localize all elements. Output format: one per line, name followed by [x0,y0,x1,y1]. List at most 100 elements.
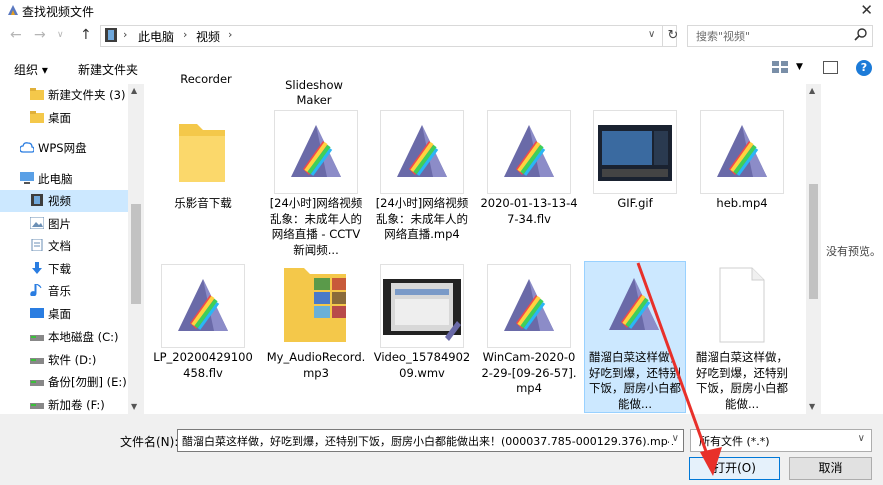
search-icon [854,28,867,41]
file-list: Recorder Slideshow Maker 乐影音下载 [24小时]网络视频… [146,72,806,414]
file-item[interactable]: 2020-01-13-13-47-34.flv [479,108,579,258]
nav-item[interactable]: 新加卷 (F:) [0,394,128,414]
media-player-icon [274,110,358,194]
download-icon [32,262,42,274]
file-name: LP_20200429100458.flv [153,350,253,380]
drive-icon [30,358,44,364]
refresh-button[interactable]: ↻ [662,26,683,46]
search-placeholder: 搜索"视频" [696,30,751,43]
scroll-down-icon[interactable]: ▼ [809,402,815,411]
file-item[interactable]: 醋溜白菜这样做，好吃到爆，还特别下饭，厨房小白都能做... [692,262,792,412]
nav-item[interactable]: 本地磁盘 (C:) [0,326,128,348]
folder-icon [30,88,44,100]
computer-icon [20,172,34,184]
view-dropdown-icon[interactable]: ▼ [796,62,803,72]
nav-item-label: 新加卷 (F:) [48,398,105,412]
nav-item[interactable]: 备份[勿删] (E:) [0,371,128,393]
scroll-down-icon[interactable]: ▼ [131,402,137,411]
open-button[interactable]: 打开(O) [689,457,780,480]
file-item[interactable]: My_AudioRecord.mp3 [266,262,366,412]
help-icon[interactable]: ? [856,60,872,76]
nav-scrollbar[interactable]: ▲ ▼ [128,84,144,414]
new-folder-button[interactable]: 新建文件夹 [78,61,138,78]
filetype-select[interactable]: 所有文件 (*.*) ∨ [690,429,872,452]
address-bar[interactable]: › 此电脑 › 视频 › ∨ ↻ [100,25,678,47]
file-item[interactable]: 乐影音下载 [153,108,253,258]
media-player-icon [380,110,464,194]
photo-folder-icon [274,264,356,346]
nav-item[interactable]: 音乐 [0,280,128,302]
drive-icon [30,335,44,341]
filename-field[interactable]: 醋溜白菜这样做，好吃到爆，还特别下饭，厨房小白都能做出来！(000037.785… [177,429,684,452]
breadcrumb-videos[interactable]: 视频 [196,28,220,45]
folder-icon [161,110,243,192]
nav-item[interactable]: 视频 [0,190,128,212]
filename-value: 醋溜白菜这样做，好吃到爆，还特别下饭，厨房小白都能做出来！(000037.785… [182,435,675,448]
organize-button[interactable]: 组织 ▾ [14,61,48,78]
media-player-icon [161,264,245,348]
nav-item[interactable]: WPS网盘 [0,137,128,159]
partial-file-name[interactable]: Recorder [176,72,236,87]
close-button[interactable]: ✕ [860,1,873,19]
media-player-icon [487,264,571,348]
navigation-pane: 新建文件夹 (3) 桌面 WPS网盘 此电脑 视频 图片 文档 下载 音乐 桌面 本地磁盘 (C:)… [0,84,144,414]
breadcrumb-this-pc[interactable]: 此电脑 [138,28,174,45]
recent-dropdown-icon[interactable]: ∨ [57,30,64,40]
nav-item-label: 本地磁盘 (C:) [48,330,119,344]
media-player-icon [593,264,675,346]
file-name: 醋溜白菜这样做，好吃到爆，还特别下饭，厨房小白都能做... [589,350,681,411]
nav-item[interactable]: 桌面 [0,303,128,325]
blank-file-icon [700,264,782,346]
file-name: 2020-01-13-13-47-34.flv [480,196,578,226]
chevron-down-icon[interactable]: ∨ [668,433,679,444]
nav-scroll-thumb[interactable] [131,204,141,304]
file-item[interactable]: GIF.gif [585,108,685,258]
nav-item[interactable]: 文档 [0,235,128,257]
preview-pane-icon[interactable] [823,61,838,74]
forward-arrow-icon[interactable]: → [34,27,46,43]
breadcrumb-separator: › [183,28,188,41]
file-name: Video_1578490209.wmv [373,350,471,380]
file-scrollbar[interactable]: ▲ ▼ [806,84,821,414]
nav-item[interactable]: 桌面 [0,107,128,129]
nav-item[interactable]: 下载 [0,258,128,280]
file-scroll-thumb[interactable] [809,184,818,299]
cloud-icon [20,142,34,153]
chevron-down-icon[interactable]: ∨ [648,29,655,40]
music-icon [30,284,42,296]
up-arrow-icon[interactable]: ↑ [80,27,92,43]
dialog-footer: 文件名(N): 醋溜白菜这样做，好吃到爆，还特别下饭，厨房小白都能做出来！(00… [0,414,883,485]
window-title: 查找视频文件 [22,5,95,19]
filename-label: 文件名(N): [120,435,179,449]
nav-item-label: 文档 [48,239,71,253]
file-item[interactable]: Video_1578490209.wmv [372,262,472,412]
nav-item-label: 桌面 [48,307,71,321]
scroll-up-icon[interactable]: ▲ [131,86,137,95]
file-item[interactable]: LP_20200429100458.flv [153,262,253,412]
breadcrumb-separator: › [123,28,128,41]
partial-file-name[interactable]: Slideshow Maker [274,78,354,108]
app-icon [8,5,18,15]
chevron-down-icon: ∨ [857,433,865,444]
nav-item[interactable]: 此电脑 [0,168,128,190]
nav-item[interactable]: 软件 (D:) [0,349,128,371]
navigation-row: ← → ∨ ↑ › 此电脑 › 视频 › ∨ ↻ 搜索"视频" [0,22,883,50]
file-item[interactable]: 醋溜白菜这样做，好吃到爆，还特别下饭，厨房小白都能做... [584,261,686,413]
nav-item-label: 视频 [48,194,71,208]
file-name: [24小时]网络视频乱象：未成年人的网络直播 - CCTV 新闻频... [269,196,363,257]
nav-item-label: 备份[勿删] (E:) [48,375,127,389]
file-item[interactable]: [24小时]网络视频乱象：未成年人的网络直播 - CCTV 新闻频... [266,108,366,258]
scroll-up-icon[interactable]: ▲ [809,86,815,95]
nav-item[interactable]: 图片 [0,213,128,235]
nav-item-label: 下载 [48,262,71,276]
file-item[interactable]: [24小时]网络视频乱象：未成年人的网络直播.mp4 [372,108,472,258]
search-input[interactable]: 搜索"视频" [687,25,873,47]
file-name: GIF.gif [617,196,653,210]
nav-item[interactable]: 新建文件夹 (3) [0,84,128,106]
file-item[interactable]: heb.mp4 [692,108,792,258]
title-bar: 查找视频文件 ✕ [0,0,883,22]
cancel-button[interactable]: 取消 [789,457,872,480]
file-item[interactable]: WinCam-2020-02-29-[09-26-57].mp4 [479,262,579,412]
back-arrow-icon[interactable]: ← [10,27,22,43]
file-name: 乐影音下载 [174,196,232,210]
